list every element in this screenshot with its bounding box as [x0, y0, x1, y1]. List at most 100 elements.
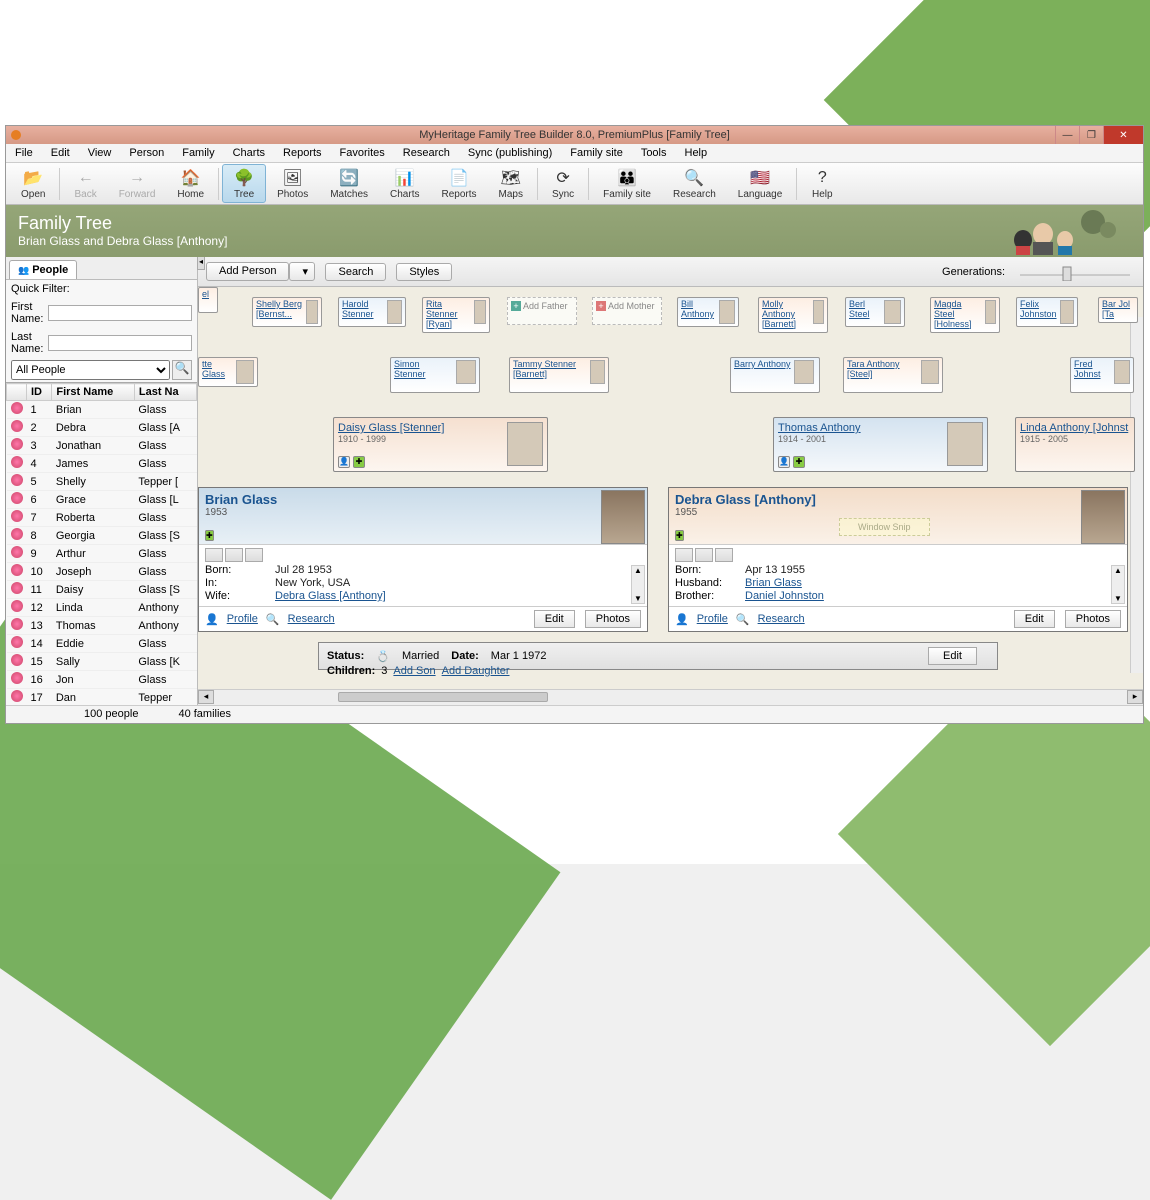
edit-button[interactable]: Edit [1014, 610, 1055, 628]
tree-node-rita[interactable]: Rita Stenner [Ryan] [422, 297, 490, 333]
detail-tab[interactable] [675, 548, 693, 562]
toolbar-matches-button[interactable]: 🔄Matches [319, 164, 379, 203]
tree-node-barry[interactable]: Barry Anthony [730, 357, 820, 393]
add-person-button[interactable]: Add Person [206, 262, 289, 281]
toolbar-research-button[interactable]: 🔍Research [662, 164, 727, 203]
menu-edit[interactable]: Edit [42, 144, 79, 162]
sidebar-tab-people[interactable]: 👥 People [9, 260, 77, 279]
column-header[interactable]: ID [27, 384, 52, 401]
toolbar-sync-button[interactable]: ⟳Sync [541, 164, 585, 203]
detail-tab[interactable] [225, 548, 243, 562]
scroll-left-arrow[interactable]: ◂ [198, 690, 214, 704]
toolbar-home-button[interactable]: 🏠Home [166, 164, 215, 203]
toolbar-reports-button[interactable]: 📄Reports [430, 164, 487, 203]
detail-value[interactable]: Debra Glass [Anthony] [275, 590, 386, 602]
menu-person[interactable]: Person [120, 144, 173, 162]
detail-tab[interactable] [205, 548, 223, 562]
tree-node[interactable]: el [198, 287, 218, 313]
table-row[interactable]: 6GraceGlass [L [7, 491, 197, 509]
add-badge-icon[interactable]: ✚ [205, 530, 214, 541]
toolbar-maps-button[interactable]: 🗺Maps [487, 164, 533, 203]
menu-favorites[interactable]: Favorites [331, 144, 394, 162]
table-row[interactable]: 7RobertaGlass [7, 509, 197, 527]
add-badge-icon[interactable]: ✚ [675, 530, 684, 541]
tree-canvas[interactable]: el Shelly Berg [Bernst... Harold Stenner… [198, 287, 1143, 689]
sidebar-collapse-button[interactable]: ◂ [197, 257, 205, 270]
tree-node-tara[interactable]: Tara Anthony [Steel] [843, 357, 943, 393]
detail-scrollbar[interactable] [1111, 565, 1125, 604]
detail-value[interactable]: Brian Glass [745, 577, 802, 589]
table-row[interactable]: 1BrianGlass [7, 401, 197, 419]
add-son-link[interactable]: Add Son [393, 665, 435, 677]
toolbar-family-site-button[interactable]: 👪Family site [592, 164, 662, 203]
toolbar-language-button[interactable]: 🇺🇸Language [727, 164, 794, 203]
photos-button[interactable]: Photos [585, 610, 641, 628]
search-button[interactable]: Search [325, 263, 386, 281]
search-icon[interactable]: 🔍 [172, 360, 192, 380]
research-link[interactable]: Research [288, 613, 335, 625]
scroll-thumb[interactable] [338, 692, 548, 702]
menu-view[interactable]: View [79, 144, 121, 162]
table-row[interactable]: 17DanTepper [7, 689, 197, 706]
styles-button[interactable]: Styles [396, 263, 452, 281]
tree-node-felix[interactable]: Felix Johnston [1016, 297, 1078, 327]
tree-card-thomas[interactable]: Thomas Anthony1914 - 2001 👤✚ [773, 417, 988, 472]
table-row[interactable]: 2DebraGlass [A [7, 419, 197, 437]
close-button[interactable]: ✕ [1103, 126, 1143, 144]
table-row[interactable]: 14EddieGlass [7, 635, 197, 653]
people-table[interactable]: IDFirst NameLast Na1BrianGlass2DebraGlas… [6, 382, 197, 705]
menu-charts[interactable]: Charts [224, 144, 274, 162]
person-photo[interactable] [601, 490, 645, 544]
table-row[interactable]: 11DaisyGlass [S [7, 581, 197, 599]
menu-sync-publishing-[interactable]: Sync (publishing) [459, 144, 561, 162]
maximize-button[interactable]: ❐ [1079, 126, 1103, 144]
profile-link[interactable]: Profile [697, 613, 728, 625]
tree-node-bar[interactable]: Bar Jol [Ta [1098, 297, 1138, 323]
horizontal-scrollbar[interactable]: ◂ ▸ [198, 689, 1143, 705]
detail-value[interactable]: Daniel Johnston [745, 590, 824, 602]
column-header[interactable]: First Name [52, 384, 135, 401]
detail-tab[interactable] [715, 548, 733, 562]
tree-node-shelly[interactable]: Shelly Berg [Bernst... [252, 297, 322, 327]
toolbar-help-button[interactable]: ?Help [800, 164, 844, 203]
menu-family-site[interactable]: Family site [561, 144, 632, 162]
menu-family[interactable]: Family [173, 144, 223, 162]
photos-button[interactable]: Photos [1065, 610, 1121, 628]
tree-node-bill[interactable]: Bill Anthony [677, 297, 739, 327]
menu-file[interactable]: File [6, 144, 42, 162]
toolbar-charts-button[interactable]: 📊Charts [379, 164, 430, 203]
person-photo[interactable] [1081, 490, 1125, 544]
detail-tab[interactable] [245, 548, 263, 562]
tree-node-magda[interactable]: Magda Steel [Holness] [930, 297, 1000, 333]
generations-slider[interactable] [1015, 263, 1135, 281]
marriage-edit-button[interactable]: Edit [928, 647, 977, 665]
menu-reports[interactable]: Reports [274, 144, 331, 162]
tree-node-molly[interactable]: Molly Anthony [Barnett] [758, 297, 828, 333]
minimize-button[interactable]: — [1055, 126, 1079, 144]
add-person-dropdown[interactable]: ▾ [289, 262, 315, 281]
tree-node-tte[interactable]: tte Glass [198, 357, 258, 387]
table-row[interactable]: 10JosephGlass [7, 563, 197, 581]
column-header[interactable]: Last Na [134, 384, 196, 401]
first-name-input[interactable] [48, 305, 192, 321]
person-name[interactable]: Debra Glass [Anthony] [675, 492, 816, 507]
scroll-right-arrow[interactable]: ▸ [1127, 690, 1143, 704]
menu-help[interactable]: Help [676, 144, 717, 162]
table-row[interactable]: 9ArthurGlass [7, 545, 197, 563]
tree-card-linda[interactable]: Linda Anthony [Johnst1915 - 2005 [1015, 417, 1135, 472]
table-row[interactable]: 8GeorgiaGlass [S [7, 527, 197, 545]
add-mother-button[interactable]: +Add Mother [592, 297, 662, 325]
toolbar-tree-button[interactable]: 🌳Tree [222, 164, 266, 203]
edit-button[interactable]: Edit [534, 610, 575, 628]
menu-research[interactable]: Research [394, 144, 459, 162]
people-filter-select[interactable]: All People [11, 360, 170, 380]
table-row[interactable]: 13ThomasAnthony [7, 617, 197, 635]
table-row[interactable]: 3JonathanGlass [7, 437, 197, 455]
last-name-input[interactable] [48, 335, 192, 351]
add-father-button[interactable]: +Add Father [507, 297, 577, 325]
profile-link[interactable]: Profile [227, 613, 258, 625]
toolbar-open-button[interactable]: 📂Open [10, 164, 56, 203]
detail-tab[interactable] [695, 548, 713, 562]
menu-tools[interactable]: Tools [632, 144, 676, 162]
tree-node-tammy[interactable]: Tammy Stenner [Barnett] [509, 357, 609, 393]
